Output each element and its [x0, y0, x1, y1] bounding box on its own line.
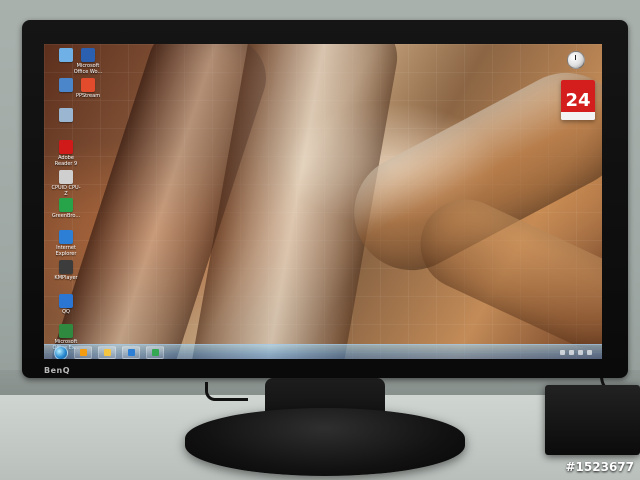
desktop-icon[interactable]: KMPlayer: [50, 260, 82, 281]
system-tray: [560, 350, 596, 355]
taskbar-button[interactable]: [122, 346, 140, 359]
kmplayer-icon: [59, 260, 73, 274]
taskbar-button[interactable]: [74, 346, 92, 359]
desktop-icon[interactable]: GreenBro...: [50, 198, 82, 219]
cpuz-icon: [59, 170, 73, 184]
app-icon: [127, 349, 135, 356]
screen: Microsoft Office Wo... PPStream Adobe Read…: [44, 44, 602, 359]
desktop-icon-label: Microsoft Office Wo...: [73, 63, 103, 75]
recycle-bin-icon: [59, 108, 73, 122]
keyboard-icon[interactable]: [560, 350, 565, 355]
calendar-day: 24: [561, 88, 595, 112]
desktop-icon-label: KMPlayer: [54, 275, 78, 281]
desktop-icon[interactable]: Internet Explorer: [50, 230, 82, 257]
taskbar-tasks: [68, 346, 164, 359]
taskbar-button[interactable]: [98, 346, 116, 359]
desktop-icon-label: Adobe Reader 9: [54, 155, 78, 167]
control-panel-icon: [59, 78, 73, 92]
calendar-day-number: 24: [565, 89, 591, 111]
calendar-header: [561, 80, 595, 88]
ppstream-icon: [81, 78, 95, 92]
desktop-icon-label: PPStream: [75, 93, 101, 99]
computer-icon: [59, 48, 73, 62]
calendar-footer: [561, 112, 595, 120]
desktop-icon-label: Internet Explorer: [55, 245, 77, 257]
excel-icon: [59, 324, 73, 338]
desktop-icon[interactable]: Microsoft Office Wo...: [72, 48, 104, 75]
desktop-icon[interactable]: QQ: [50, 294, 82, 315]
desktop-icon[interactable]: CPUID CPU-Z: [50, 170, 82, 197]
set-top-box: [545, 385, 640, 455]
app-icon: [151, 349, 159, 356]
calendar-widget[interactable]: 24: [561, 80, 595, 120]
media-player-icon: [79, 349, 87, 356]
desktop-widget[interactable]: [557, 48, 595, 72]
monitor-cable: [205, 382, 248, 401]
desktop-icon[interactable]: PPStream: [72, 78, 104, 99]
monitor-brand: BenQ: [44, 366, 71, 375]
taskbar-button[interactable]: [146, 346, 164, 359]
desktop-icon[interactable]: Adobe Reader 9: [50, 140, 82, 167]
explorer-folder-icon: [103, 349, 111, 356]
ie-icon: [59, 230, 73, 244]
desktop-icon[interactable]: [50, 108, 82, 123]
volume-icon[interactable]: [578, 350, 583, 355]
start-button[interactable]: [54, 345, 68, 359]
taskbar: [44, 344, 602, 359]
green-icon: [59, 198, 73, 212]
network-icon[interactable]: [569, 350, 574, 355]
word-icon: [81, 48, 95, 62]
desktop-icons: Microsoft Office Wo... PPStream Adobe Read…: [50, 48, 120, 351]
desktop-icon-label: QQ: [62, 309, 70, 315]
desktop-icon-label: CPUID CPU-Z: [51, 185, 81, 197]
adobe-reader-icon: [59, 140, 73, 154]
qq-icon: [59, 294, 73, 308]
monitor-stand-base: [185, 408, 465, 476]
desktop-icon-label: GreenBro...: [51, 213, 81, 219]
security-icon[interactable]: [587, 350, 592, 355]
clock-widget-icon: [567, 51, 585, 69]
watermark: #1523677: [565, 460, 634, 474]
